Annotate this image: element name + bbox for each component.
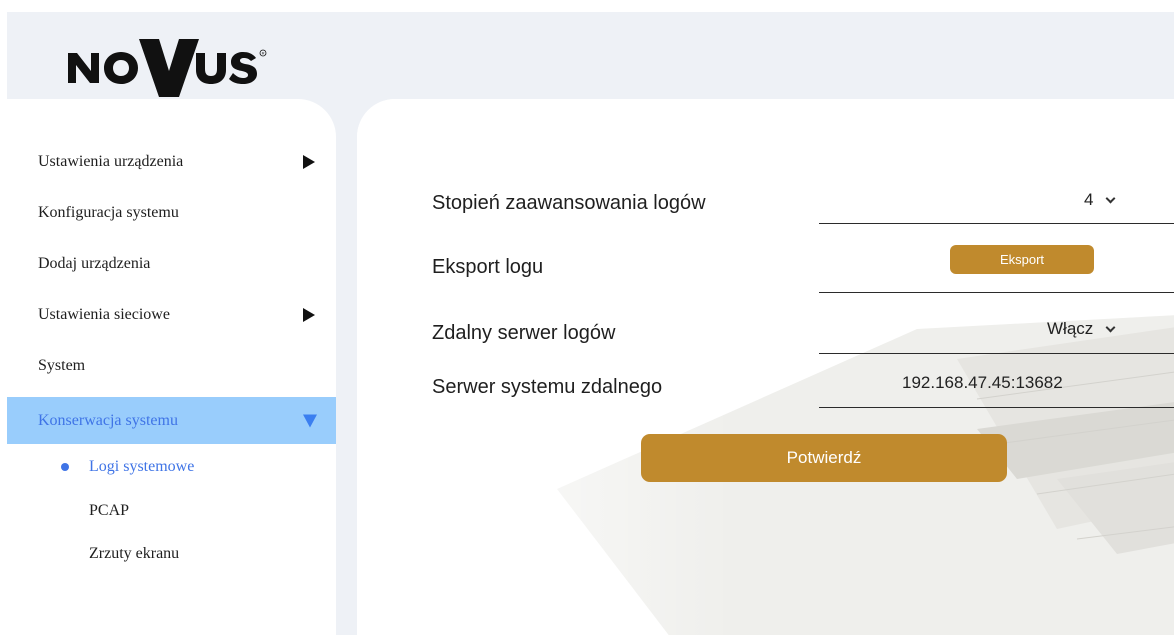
arrow-right-icon [303,308,315,322]
divider [819,223,1174,224]
log-level-select[interactable]: 4 [1084,190,1116,210]
novus-logo-icon: R [68,39,267,97]
bullet-icon [61,463,69,471]
divider [819,292,1174,293]
arrow-right-icon [303,155,315,169]
sidebar-item-system[interactable]: System [7,346,336,386]
sidebar-item-system-maintenance[interactable]: Konserwacja systemu [7,397,336,444]
sidebar-subitem-label: PCAP [89,502,130,519]
chevron-down-icon [1106,193,1116,204]
sidebar-item-label: Dodaj urządzenia [38,255,151,272]
background-device-image [357,99,1174,635]
sidebar-subitem-pcap[interactable]: PCAP [7,493,336,529]
log-level-value: 4 [1084,190,1094,209]
svg-text:R: R [262,51,265,56]
sidebar-item-label: Ustawienia sieciowe [38,306,170,323]
divider [819,407,1174,408]
export-button[interactable]: Eksport [950,245,1094,274]
sidebar: Ustawienia urządzenia Konfiguracja syste… [7,99,336,635]
sidebar-item-device-settings[interactable]: Ustawienia urządzenia [7,142,336,182]
confirm-button[interactable]: Potwierdź [641,434,1007,482]
sidebar-item-label: Konserwacja systemu [38,411,178,429]
arrow-down-icon [303,414,317,427]
remote-system-server-label: Serwer systemu zdalnego [432,376,663,398]
sidebar-item-label: Konfiguracja systemu [38,204,179,221]
sidebar-item-label: System [38,357,86,374]
remote-log-server-value: Włącz [1047,319,1094,338]
sidebar-item-add-devices[interactable]: Dodaj urządzenia [7,244,336,284]
divider [819,353,1174,354]
chevron-down-icon [1105,322,1116,333]
remote-log-server-select[interactable]: Włącz [1047,319,1116,339]
novus-logo: R [66,38,306,98]
main-panel: Stopień zaawansowania logów 4 Eksport lo… [357,99,1174,635]
log-level-label: Stopień zaawansowania logów [432,192,706,214]
page-background: R Ustawienia urządzenia Konfiguracja sys… [7,12,1174,635]
sidebar-subitem-label: Logi systemowe [89,458,195,475]
sidebar-item-system-configuration[interactable]: Konfiguracja systemu [7,193,336,233]
remote-log-server-label: Zdalny serwer logów [432,322,616,344]
sidebar-item-label: Ustawienia urządzenia [38,153,184,170]
sidebar-subitem-screenshots[interactable]: Zrzuty ekranu [7,536,336,572]
log-export-label: Eksport logu [432,256,544,278]
sidebar-subitem-system-logs[interactable]: Logi systemowe [7,449,336,485]
remote-system-server-input[interactable]: 192.168.47.45:13682 [902,373,1063,393]
sidebar-subitem-label: Zrzuty ekranu [89,545,180,562]
sidebar-item-network-settings[interactable]: Ustawienia sieciowe [7,295,336,335]
